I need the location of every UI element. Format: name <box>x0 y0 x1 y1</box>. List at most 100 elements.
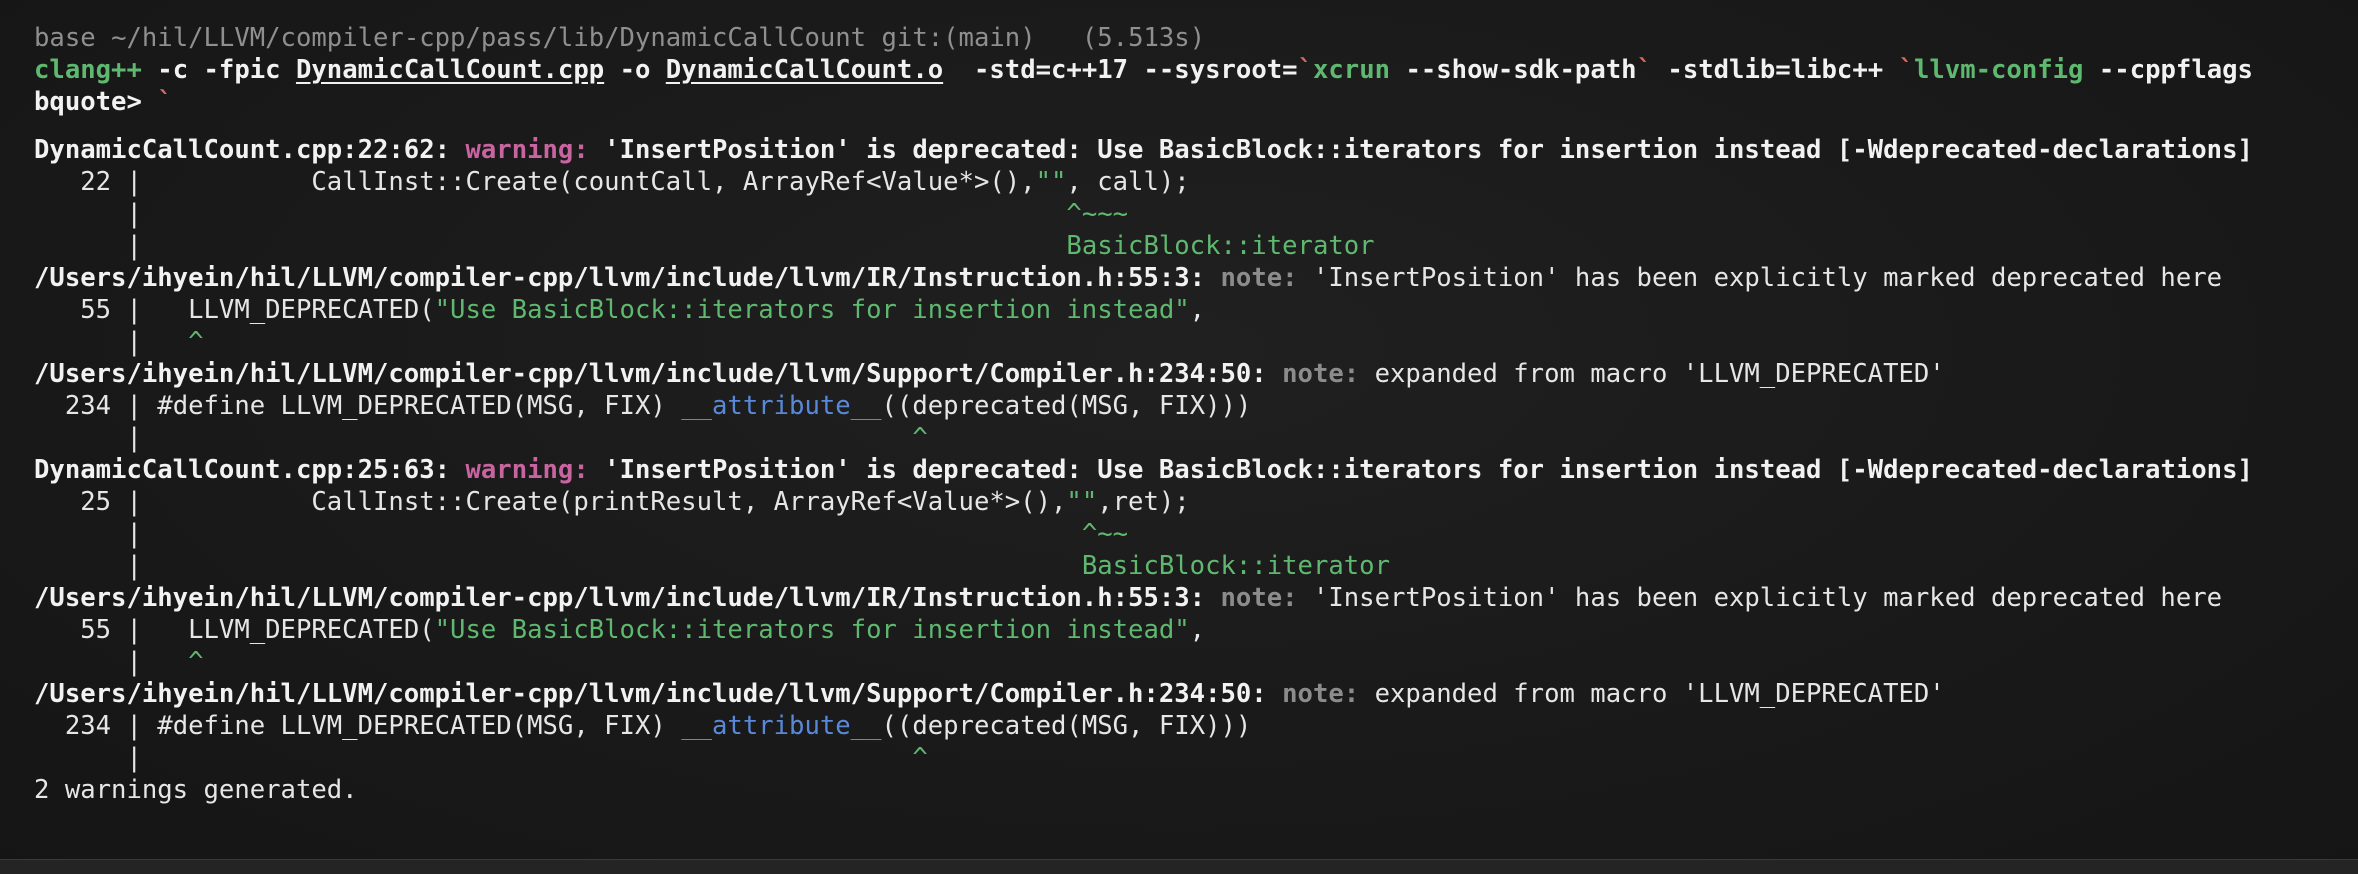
llvm-config-command: llvm-config <box>1913 55 2084 85</box>
output-flag: -o <box>604 55 666 85</box>
fixit-padding <box>157 551 1082 581</box>
warning-label: warning: <box>465 135 589 165</box>
source-code: CallInst::Create(printResult, ArrayRef<V… <box>157 487 1067 517</box>
source-line: 22 | CallInst::Create(countCall, ArrayRe… <box>34 166 2358 198</box>
fixit-padding <box>157 231 1066 261</box>
note-location: /Users/ihyein/hil/LLVM/compiler-cpp/llvm… <box>34 679 1267 709</box>
source-code: LLVM_DEPRECATED( <box>157 615 435 645</box>
source-line: 234 | #define LLVM_DEPRECATED(MSG, FIX) … <box>34 390 2358 422</box>
note-message: expanded from macro 'LLVM_DEPRECATED' <box>1359 359 1945 389</box>
line-gutter: 55 | <box>34 615 158 645</box>
line-gutter: | <box>34 231 158 261</box>
backtick: ` <box>1636 55 1652 85</box>
caret-padding <box>157 423 912 453</box>
cppflags-flag: --cppflags <box>2083 55 2253 85</box>
object-file-arg: DynamicCallCount.o <box>665 55 944 85</box>
warning-line: DynamicCallCount.cpp:22:62: warning: 'In… <box>34 134 2358 166</box>
note-message: expanded from macro 'LLVM_DEPRECATED' <box>1359 679 1945 709</box>
conda-env: base <box>34 23 96 53</box>
line-gutter: | <box>34 423 158 453</box>
string-literal: "Use BasicBlock::iterators for insertion… <box>434 615 1190 645</box>
warning-message: 'InsertPosition' is deprecated: Use Basi… <box>588 135 2253 165</box>
line-gutter: 234 | <box>34 391 158 421</box>
source-code-tail: ((deprecated(MSG, FIX))) <box>881 711 1252 741</box>
std-flags: -std=c++17 --sysroot= <box>943 55 1298 85</box>
caret-marker: ^ <box>188 647 204 677</box>
note-label: note: <box>1282 679 1360 709</box>
caret-line: | ^ <box>34 646 2358 678</box>
string-literal: "" <box>1066 487 1098 517</box>
line-gutter: | <box>34 551 158 581</box>
line-gutter: | <box>34 327 158 357</box>
caret-padding <box>157 199 1066 229</box>
fixit-hint: BasicBlock::iterator <box>1066 231 1375 261</box>
warning-location: DynamicCallCount.cpp:25:63: <box>34 455 451 485</box>
bquote-prompt: bquote> <box>34 87 158 117</box>
git-branch: git:(main) <box>881 23 1036 53</box>
fixit-line: | BasicBlock::iterator <box>34 550 2358 582</box>
caret-padding <box>157 743 912 773</box>
note-line: /Users/ihyein/hil/LLVM/compiler-cpp/llvm… <box>34 678 2358 710</box>
source-code-tail: , <box>1189 295 1206 325</box>
attribute-keyword: __attribute__ <box>681 711 882 741</box>
command-duration: (5.513s) <box>1081 23 1206 53</box>
note-line: /Users/ihyein/hil/LLVM/compiler-cpp/llvm… <box>34 262 2358 294</box>
source-code-tail: ((deprecated(MSG, FIX))) <box>881 391 1252 421</box>
caret-line: | ^ <box>34 326 2358 358</box>
source-code: CallInst::Create(countCall, ArrayRef<Val… <box>157 167 1036 197</box>
sdk-flag: --show-sdk-path <box>1390 55 1637 85</box>
note-label: note: <box>1220 263 1298 293</box>
backtick: ` <box>1898 55 1914 85</box>
terminal-window[interactable]: base ~/hil/LLVM/compiler-cpp/pass/lib/Dy… <box>0 0 2358 874</box>
attribute-keyword: __attribute__ <box>681 391 882 421</box>
source-code: #define LLVM_DEPRECATED(MSG, FIX) <box>157 391 682 421</box>
source-file-arg: DynamicCallCount.cpp <box>295 55 605 85</box>
source-line: 55 | LLVM_DEPRECATED("Use BasicBlock::it… <box>34 614 2358 646</box>
caret-line: | ^ <box>34 742 2358 774</box>
caret-marker: ^ <box>912 743 928 773</box>
command-line[interactable]: clang++ -c -fpic DynamicCallCount.cpp -o… <box>34 54 2358 86</box>
line-gutter: | <box>34 519 158 549</box>
xcrun-command: xcrun <box>1312 55 1391 85</box>
note-location: /Users/ihyein/hil/LLVM/compiler-cpp/llvm… <box>34 263 1206 293</box>
stdlib-flag: -stdlib=libc++ <box>1652 55 1899 85</box>
note-location: /Users/ihyein/hil/LLVM/compiler-cpp/llvm… <box>34 583 1206 613</box>
warning-label: warning: <box>465 455 589 485</box>
note-label: note: <box>1220 583 1298 613</box>
source-code-tail: , call); <box>1066 167 1190 197</box>
note-message: 'InsertPosition' has been explicitly mar… <box>1297 263 2223 293</box>
line-gutter: | <box>34 743 158 773</box>
source-line: 55 | LLVM_DEPRECATED("Use BasicBlock::it… <box>34 294 2358 326</box>
note-line: /Users/ihyein/hil/LLVM/compiler-cpp/llvm… <box>34 582 2358 614</box>
fixit-hint: BasicBlock::iterator <box>1081 551 1390 581</box>
bquote-continuation[interactable]: bquote> ` <box>34 86 2358 118</box>
source-line: 25 | CallInst::Create(printResult, Array… <box>34 486 2358 518</box>
line-gutter: 55 | <box>34 295 158 325</box>
line-gutter: 234 | <box>34 711 158 741</box>
source-line: 234 | #define LLVM_DEPRECATED(MSG, FIX) … <box>34 710 2358 742</box>
line-gutter: | <box>34 647 158 677</box>
fixit-line: | BasicBlock::iterator <box>34 230 2358 262</box>
caret-padding <box>157 647 188 677</box>
terminal-input-bar[interactable] <box>0 859 2358 874</box>
warning-line: DynamicCallCount.cpp:25:63: warning: 'In… <box>34 454 2358 486</box>
caret-line: | ^~~~ <box>34 198 2358 230</box>
string-literal: "" <box>1035 167 1067 197</box>
source-code: #define LLVM_DEPRECATED(MSG, FIX) <box>157 711 682 741</box>
line-gutter: 25 | <box>34 487 158 517</box>
note-location: /Users/ihyein/hil/LLVM/compiler-cpp/llvm… <box>34 359 1267 389</box>
source-code-tail: ,ret); <box>1097 487 1190 517</box>
note-line: /Users/ihyein/hil/LLVM/compiler-cpp/llvm… <box>34 358 2358 390</box>
backtick: ` <box>1297 55 1313 85</box>
warning-location: DynamicCallCount.cpp:22:62: <box>34 135 451 165</box>
string-literal: "Use BasicBlock::iterators for insertion… <box>434 295 1190 325</box>
warning-message: 'InsertPosition' is deprecated: Use Basi… <box>588 455 2253 485</box>
caret-line: | ^ <box>34 422 2358 454</box>
backtick: ` <box>157 87 173 117</box>
summary-line: 2 warnings generated. <box>34 775 358 805</box>
line-gutter: | <box>34 199 158 229</box>
caret-line: | ^~~ <box>34 518 2358 550</box>
caret-marker: ^ <box>912 423 928 453</box>
caret-marker: ^~~~ <box>1066 199 1129 229</box>
source-code: LLVM_DEPRECATED( <box>157 295 435 325</box>
